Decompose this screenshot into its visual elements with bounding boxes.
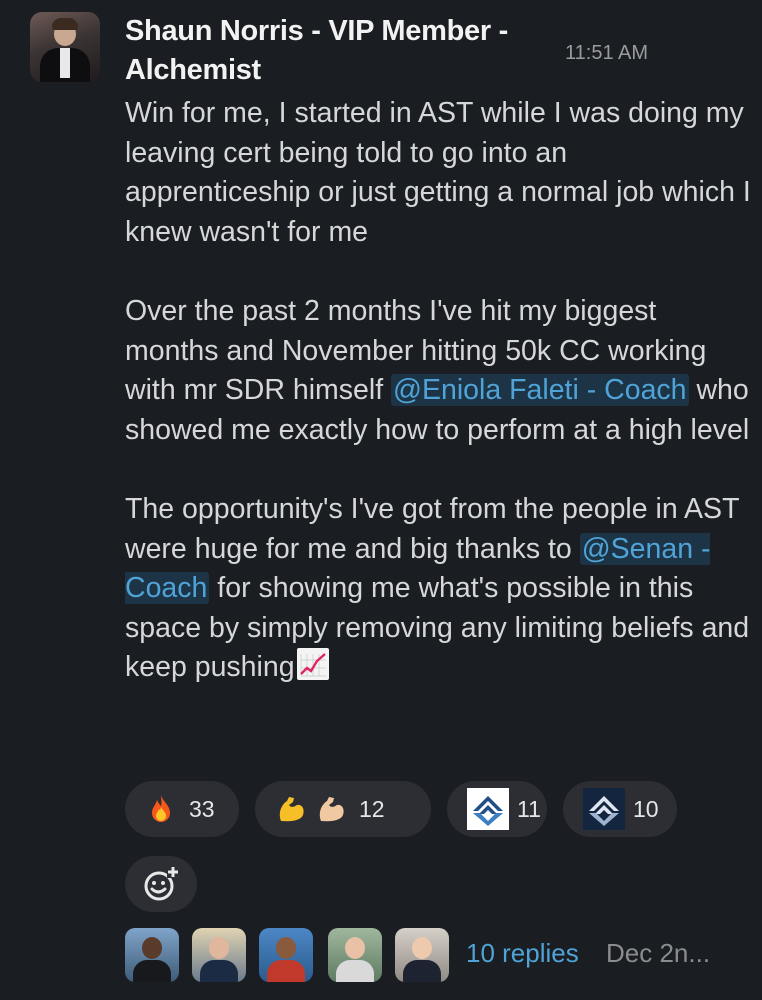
last-reply-date: Dec 2n... [606, 938, 711, 968]
ast-logo-dark-icon [583, 788, 625, 830]
reaction-count: 11 [517, 795, 541, 822]
thread-summary[interactable]: 10 replies Dec 2n... [125, 928, 755, 984]
message-paragraph: Win for me, I started in AST while I was… [125, 97, 751, 248]
reaction-count: 12 [359, 795, 385, 822]
message-header: Shaun Norris - VIP Member - Alchemist 11… [125, 12, 725, 90]
chart-increasing-icon [296, 648, 329, 681]
reaction-flexed-biceps[interactable]: 12 [255, 781, 431, 837]
message-timestamp[interactable]: 11:51 AM [565, 42, 648, 65]
reply-avatar[interactable] [395, 928, 449, 982]
ast-logo-light-icon [467, 788, 509, 830]
add-reaction-button[interactable] [125, 856, 197, 912]
flexed-biceps-light-icon [319, 797, 344, 822]
reaction-ast-logo-light[interactable]: 11 [447, 781, 547, 837]
reaction-ast-logo-dark[interactable]: 10 [563, 781, 677, 837]
reply-avatar[interactable] [328, 928, 382, 982]
reply-avatar[interactable] [259, 928, 313, 982]
fire-icon [152, 795, 170, 822]
paragraph-text: for showing me what's possible in this s… [125, 572, 750, 684]
reply-avatar[interactable] [192, 928, 246, 982]
avatar[interactable] [30, 12, 100, 82]
reactions-bar: 33 12 11 10 [125, 781, 745, 837]
mention-eniola[interactable]: @Eniola Faleti - Coach [391, 374, 689, 407]
reaction-count: 33 [189, 795, 215, 822]
flexed-biceps-icon [279, 797, 304, 822]
message-body: Win for me, I started in AST while I was… [125, 94, 755, 688]
replies-link[interactable]: 10 replies [466, 938, 579, 969]
add-emoji-icon [144, 866, 179, 901]
reply-avatar[interactable] [125, 928, 179, 982]
reaction-fire[interactable]: 33 [125, 781, 239, 837]
author-name[interactable]: Shaun Norris - VIP Member - Alchemist [125, 12, 555, 90]
message-paragraph: Over the past 2 months I've hit my bigge… [125, 292, 755, 450]
reaction-count: 10 [633, 795, 659, 822]
message-paragraph: The opportunity's I've got from the peop… [125, 490, 755, 688]
